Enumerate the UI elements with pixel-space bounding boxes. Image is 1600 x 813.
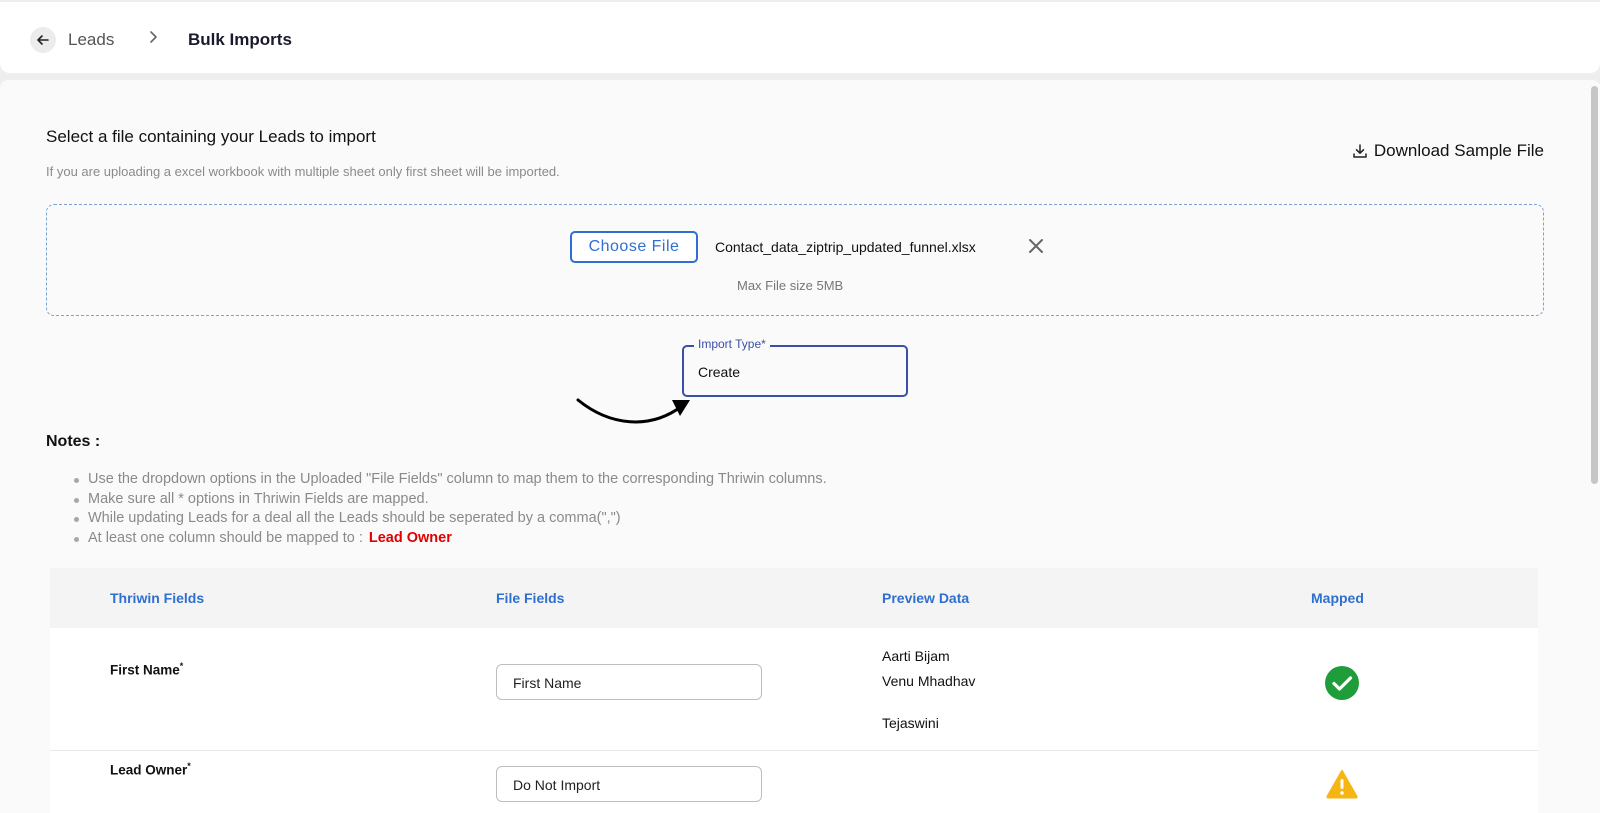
- choose-file-button[interactable]: Choose File: [570, 231, 698, 263]
- field-label: First Name*: [110, 661, 183, 678]
- field-label-text: Lead Owner: [110, 762, 188, 778]
- chevron-right-icon: [148, 30, 158, 49]
- note-item: At least one column should be mapped to …: [72, 529, 827, 549]
- notes-list: Use the dropdown options in the Uploaded…: [72, 470, 827, 548]
- download-icon: [1353, 144, 1367, 158]
- column-header-preview-data: Preview Data: [882, 590, 970, 606]
- note-item: Make sure all * options in Thriwin Field…: [72, 490, 827, 510]
- note-item: Use the dropdown options in the Uploaded…: [72, 470, 827, 490]
- lead-owner-highlight: Lead Owner: [368, 529, 452, 546]
- back-button[interactable]: [30, 27, 56, 53]
- preview-value: Aarti Bijam: [882, 648, 950, 664]
- top-bar: Leads Bulk Imports: [0, 2, 1600, 73]
- upload-subheading: If you are uploading a excel workbook wi…: [46, 164, 560, 179]
- breadcrumb-leads-link[interactable]: Leads: [68, 30, 114, 50]
- download-sample-label: Download Sample File: [1373, 141, 1544, 160]
- file-dropzone[interactable]: [46, 204, 1544, 316]
- note-item: While updating Leads for a deal all the …: [72, 509, 827, 529]
- breadcrumb-current: Bulk Imports: [188, 30, 292, 49]
- note-item-text: At least one column should be mapped to …: [88, 529, 363, 546]
- column-header-file-fields: File Fields: [496, 590, 565, 606]
- column-header-mapped: Mapped: [1311, 590, 1364, 606]
- row-divider: [50, 750, 1538, 751]
- field-mapping-table: Thriwin Fields File Fields Preview Data …: [50, 568, 1538, 813]
- preview-value: Tejaswini: [882, 715, 939, 731]
- notes-title: Notes :: [46, 433, 101, 450]
- scrollbar-thumb[interactable]: [1591, 86, 1598, 484]
- check-circle-icon: [1325, 666, 1359, 700]
- field-label: Lead Owner*: [110, 761, 191, 778]
- required-marker: *: [179, 661, 184, 671]
- arrow-left-icon: [37, 35, 49, 45]
- upload-heading: Select a file containing your Leads to i…: [46, 127, 376, 146]
- selected-file-name: Contact_data_ziptrip_updated_funnel.xlsx: [715, 239, 976, 255]
- field-label-text: First Name: [110, 662, 180, 678]
- required-marker: *: [187, 761, 191, 771]
- close-icon[interactable]: [1028, 238, 1044, 259]
- import-type-value: Create: [698, 364, 741, 380]
- curved-arrow-icon: [576, 398, 690, 424]
- warning-icon: [1326, 770, 1358, 799]
- max-file-size: Max File size 5MB: [737, 278, 844, 293]
- preview-value: Venu Mhadhav: [882, 673, 976, 689]
- file-field-select[interactable]: First Name: [496, 664, 762, 700]
- table-header: Thriwin Fields File Fields Preview Data …: [50, 568, 1538, 628]
- file-field-select[interactable]: Do Not Import: [496, 766, 762, 802]
- column-header-thriwin-fields: Thriwin Fields: [110, 590, 205, 606]
- import-type-label: Import Type*: [694, 337, 770, 351]
- download-sample-button[interactable]: Download Sample File: [1352, 141, 1544, 161]
